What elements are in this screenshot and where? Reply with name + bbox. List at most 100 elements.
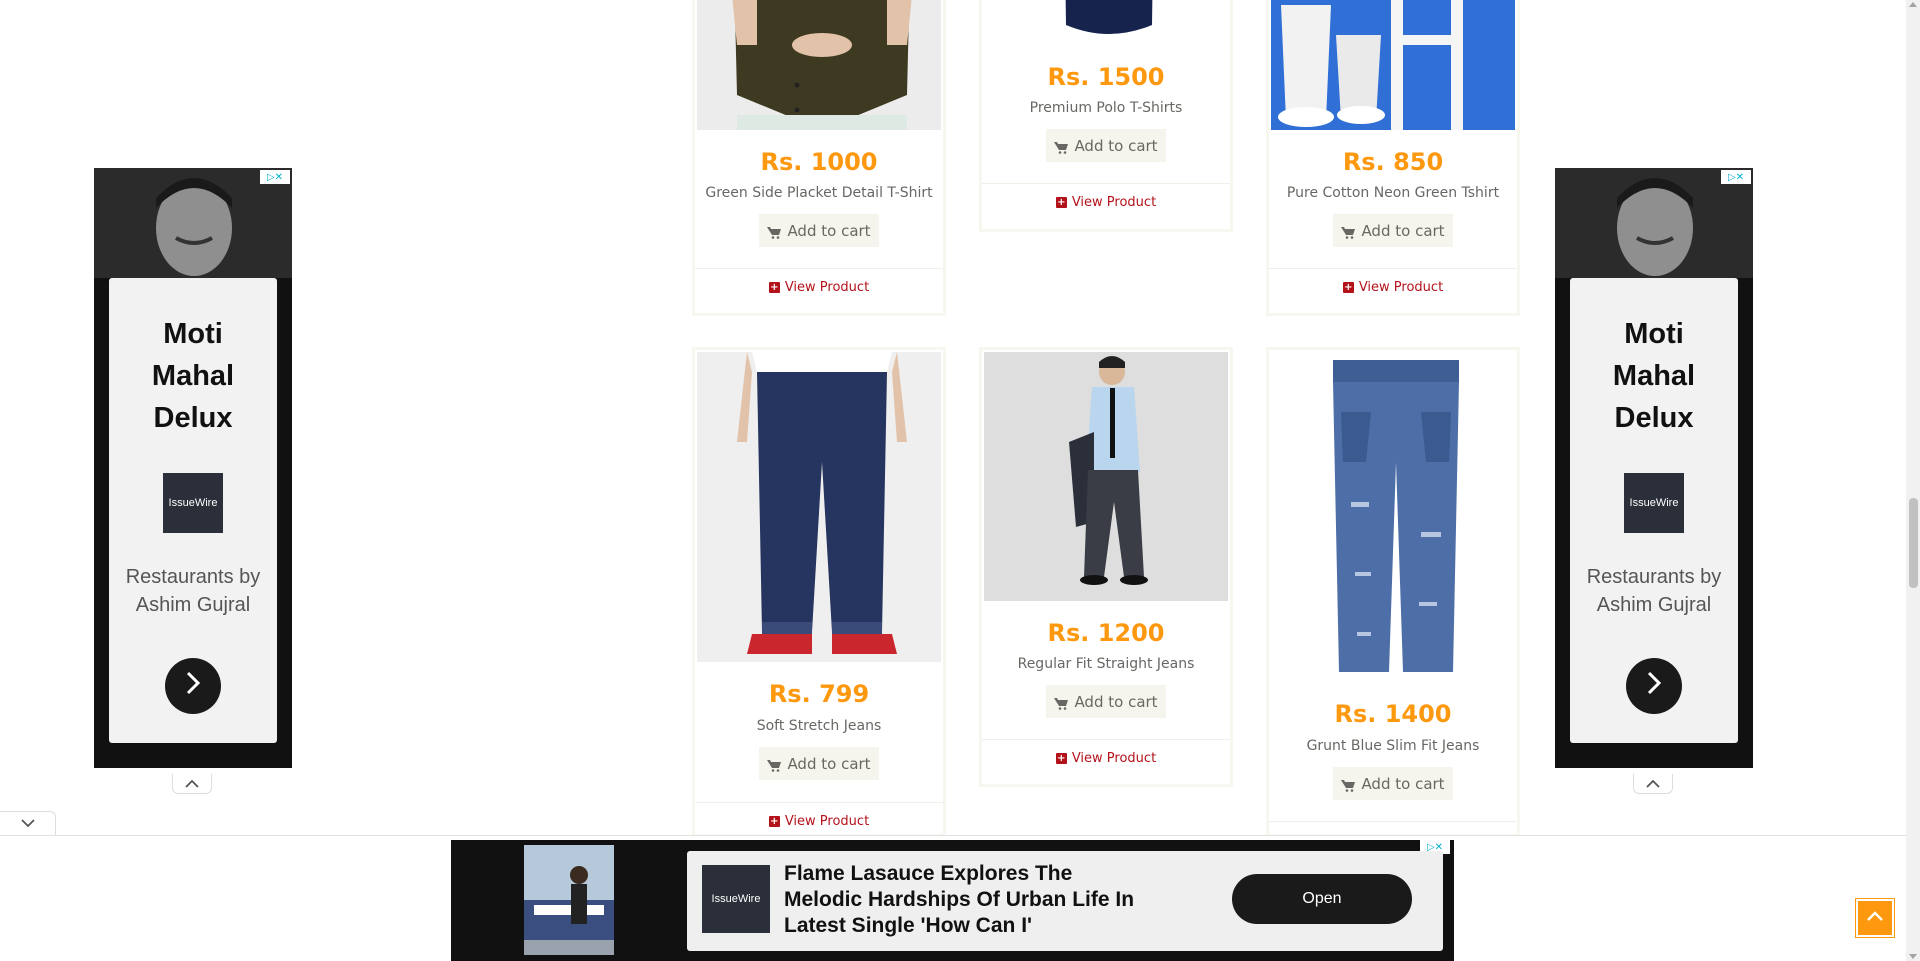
add-to-cart-button[interactable]: Add to cart [1046,685,1166,718]
product-name: Soft Stretch Jeans [756,718,882,734]
product-price: Rs. 1500 [1047,63,1165,91]
left-side-ad[interactable]: ▷✕ Moti Mahal Delux IssueWire Restaurant… [94,168,292,768]
plus-square-icon: + [768,816,780,827]
ad-title: Moti Mahal Delux [1612,318,1696,434]
product-card: Rs. 1500 Premium Polo T-Shirts Add to ca… [979,0,1233,232]
scrollbar-thumb[interactable] [1909,498,1918,588]
product-name: Grunt Blue Slim Fit Jeans [1306,738,1480,754]
add-to-cart-label: Add to cart [1074,136,1158,155]
product-image[interactable] [984,352,1228,601]
cart-icon [1341,778,1356,792]
product-card: Rs. 1000 Green Side Placket Detail T-Shi… [692,0,946,316]
plus-square-icon: + [1342,282,1354,293]
cart-icon [767,225,782,239]
right-side-ad[interactable]: ▷✕ Moti Mahal Delux IssueWire Restaurant… [1555,168,1753,768]
view-product-link[interactable]: + View Product [982,195,1230,210]
chevron-right-icon [1645,670,1663,702]
ad-choices-icon[interactable]: ▷✕ [1721,170,1751,184]
ad-thumbnail [524,845,614,955]
ad-next-button[interactable] [165,658,221,714]
scroll-down-arrow-icon[interactable] [1909,954,1917,959]
add-to-cart-button[interactable]: Add to cart [1333,214,1453,247]
product-price: Rs. 1000 [760,148,878,176]
plus-square-icon: + [1055,197,1067,208]
product-price: Rs. 799 [768,680,870,708]
cart-icon [1341,225,1356,239]
product-name: Regular Fit Straight Jeans [1017,656,1195,672]
product-card: Rs. 1200 Regular Fit Straight Jeans Add … [979,347,1233,787]
product-card: Rs. 1400 Grunt Blue Slim Fit Jeans Add t… [1266,347,1520,837]
ad-photo [94,168,292,278]
product-price: Rs. 850 [1342,148,1444,176]
product-price: Rs. 1400 [1334,700,1452,728]
ad-photo [1555,168,1753,278]
ad-title: Moti Mahal Delux [151,318,235,434]
ad-logo: IssueWire [1624,473,1684,533]
page-scrollbar[interactable] [1906,0,1920,961]
chevron-right-icon [184,670,202,702]
ad-subtitle: Restaurants by Ashim Gujral [125,566,261,616]
add-to-cart-label: Add to cart [1361,221,1445,240]
left-ad-collapse-button[interactable] [172,774,212,794]
ad-logo: IssueWire [163,473,223,533]
scroll-up-arrow-icon[interactable] [1909,2,1917,7]
cart-icon [1054,140,1069,154]
add-to-cart-button[interactable]: Add to cart [759,747,879,780]
cart-icon [767,758,782,772]
view-product-link[interactable]: + View Product [695,280,943,295]
add-to-cart-label: Add to cart [787,221,871,240]
add-to-cart-label: Add to cart [787,754,871,773]
product-name: Pure Cotton Neon Green Tshirt [1286,185,1500,201]
card-divider [982,739,1230,740]
cart-icon [1054,696,1069,710]
ad-subtitle: Restaurants by Ashim Gujral [1586,566,1722,616]
ad-panel: Moti Mahal Delux IssueWire Restaurants b… [109,278,277,743]
view-product-label: View Product [784,814,870,829]
product-image[interactable] [697,352,941,662]
card-divider [1269,821,1517,822]
card-divider [982,183,1230,184]
plus-square-icon: + [768,282,780,293]
view-product-label: View Product [1071,751,1157,766]
product-image[interactable] [984,0,1228,45]
ad-headline[interactable]: Flame Lasauce Explores The Melodic Hards… [784,861,1144,939]
view-product-label: View Product [1358,280,1444,295]
ad-panel: Moti Mahal Delux IssueWire Restaurants b… [1570,278,1738,743]
chevron-down-icon [20,815,35,833]
add-to-cart-label: Add to cart [1074,692,1158,711]
view-product-link[interactable]: + View Product [695,814,943,829]
product-name: Green Side Placket Detail T-Shirt [705,185,933,201]
product-card: Rs. 799 Soft Stretch Jeans Add to cart +… [692,347,946,837]
plus-square-icon: + [1055,753,1067,764]
ad-choices-icon[interactable]: ▷✕ [260,170,290,184]
product-card: Rs. 850 Pure Cotton Neon Green Tshirt Ad… [1266,0,1520,316]
chevron-up-icon [185,777,199,791]
card-divider [695,802,943,803]
view-product-link[interactable]: + View Product [982,751,1230,766]
product-image[interactable] [1271,352,1515,682]
scroll-to-top-button[interactable] [1856,899,1894,937]
card-divider [1269,268,1517,269]
product-name: Premium Polo T-Shirts [1029,100,1183,116]
product-price: Rs. 1200 [1047,619,1165,647]
add-to-cart-button[interactable]: Add to cart [1333,767,1453,800]
card-divider [695,268,943,269]
ad-panel: IssueWire Flame Lasauce Explores The Mel… [687,851,1443,951]
product-image[interactable] [1271,0,1515,130]
right-ad-collapse-button[interactable] [1633,774,1673,794]
open-button[interactable]: Open [1232,874,1412,924]
view-product-label: View Product [1071,195,1157,210]
add-to-cart-button[interactable]: Add to cart [759,214,879,247]
view-product-link[interactable]: + View Product [1269,280,1517,295]
page: Rs. 1000 Green Side Placket Detail T-Shi… [0,0,1920,961]
chevron-up-icon [1866,909,1884,927]
bottom-ad-toggle-button[interactable] [0,811,56,835]
chevron-up-icon [1646,777,1660,791]
add-to-cart-label: Add to cart [1361,774,1445,793]
ad-next-button[interactable] [1626,658,1682,714]
add-to-cart-button[interactable]: Add to cart [1046,129,1166,162]
view-product-label: View Product [784,280,870,295]
product-image[interactable] [697,0,941,130]
ad-logo: IssueWire [702,865,770,933]
bottom-ad[interactable]: ▷✕ IssueWire Flame Lasauce Explores The … [451,840,1454,961]
